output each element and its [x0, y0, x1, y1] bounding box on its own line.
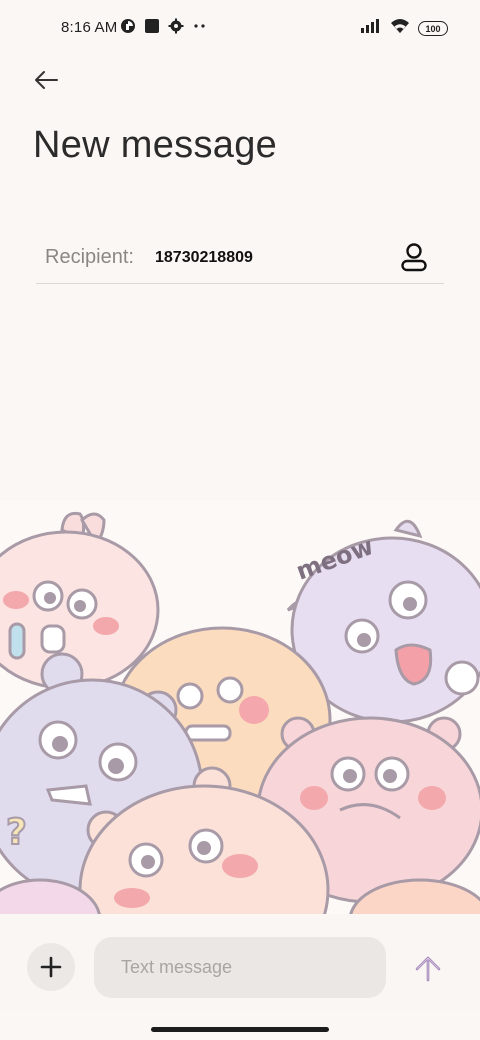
battery-icon: 100 — [418, 21, 448, 36]
wallpaper-illustration: meow ? — [0, 500, 480, 914]
more-dots-icon — [192, 18, 208, 39]
status-time: 8:16 AM — [61, 19, 118, 36]
arrow-left-icon — [35, 71, 58, 89]
attach-button[interactable] — [27, 943, 75, 991]
message-input[interactable] — [94, 937, 386, 998]
settings-gear-icon — [168, 18, 184, 39]
plus-icon — [40, 956, 62, 978]
data-saver-icon — [120, 18, 136, 39]
wifi-icon — [390, 18, 410, 39]
navigation-bar — [0, 1010, 480, 1040]
home-indicator[interactable] — [151, 1027, 329, 1032]
signal-icon — [360, 18, 382, 39]
arrow-up-send-icon — [415, 956, 441, 982]
svg-text:?: ? — [6, 812, 27, 853]
status-right-icons: 100 — [360, 18, 448, 39]
recipient-label: Recipient: — [45, 246, 134, 268]
composer-bar — [0, 914, 480, 1022]
person-icon — [401, 243, 427, 272]
recipient-row[interactable]: Recipient: 18730218809 — [36, 236, 444, 284]
page-title: New message — [33, 124, 278, 166]
send-button[interactable] — [410, 950, 446, 986]
status-left-icons — [120, 18, 208, 39]
square-app-icon — [144, 18, 160, 39]
recipient-value[interactable]: 18730218809 — [155, 249, 253, 267]
status-bar: 8:16 AM 100 — [0, 0, 480, 56]
back-button[interactable] — [26, 62, 66, 98]
contact-picker-button[interactable] — [398, 240, 430, 274]
